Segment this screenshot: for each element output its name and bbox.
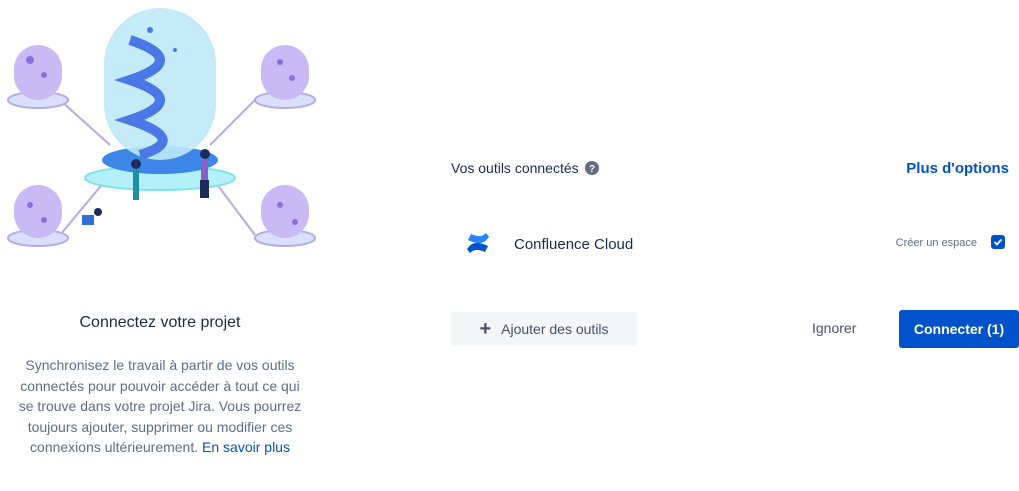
- help-icon[interactable]: ?: [584, 161, 599, 175]
- intro-description: Synchronisez le travail à partir de vos …: [14, 355, 306, 458]
- connected-tools-title: Vos outils connectés: [451, 160, 579, 176]
- small-dome-top-left: [7, 45, 69, 109]
- small-dome-bottom-right: [254, 185, 316, 247]
- add-tools-label: Ajouter des outils: [501, 321, 609, 337]
- more-options-link[interactable]: Plus d'options: [906, 160, 1009, 177]
- confluence-logo-icon: [467, 233, 489, 253]
- connect-button[interactable]: Connecter (1): [899, 310, 1019, 348]
- intro-title: Connectez votre projet: [79, 314, 241, 331]
- connected-tools-header: Vos outils connectés ?: [451, 160, 599, 176]
- svg-text:?: ?: [589, 164, 595, 175]
- central-dome: [84, 8, 236, 191]
- plus-icon: +: [479, 318, 492, 340]
- ignore-button[interactable]: Ignorer: [812, 320, 856, 336]
- small-dome-top-right: [254, 45, 316, 109]
- tool-name: Confluence Cloud: [514, 236, 634, 253]
- add-tools-button[interactable]: + Ajouter des outils: [451, 312, 637, 346]
- create-space-label: Créer un espace: [895, 237, 977, 249]
- create-space-checkbox[interactable]: [991, 235, 1005, 249]
- learn-more-link[interactable]: En savoir plus: [202, 439, 290, 455]
- connect-project-illustration: [7, 8, 316, 247]
- tool-row-confluence: Confluence Cloud Créer un espace: [451, 228, 1011, 262]
- checkmark-icon: [993, 238, 1003, 246]
- small-dome-bottom-left: [7, 185, 69, 247]
